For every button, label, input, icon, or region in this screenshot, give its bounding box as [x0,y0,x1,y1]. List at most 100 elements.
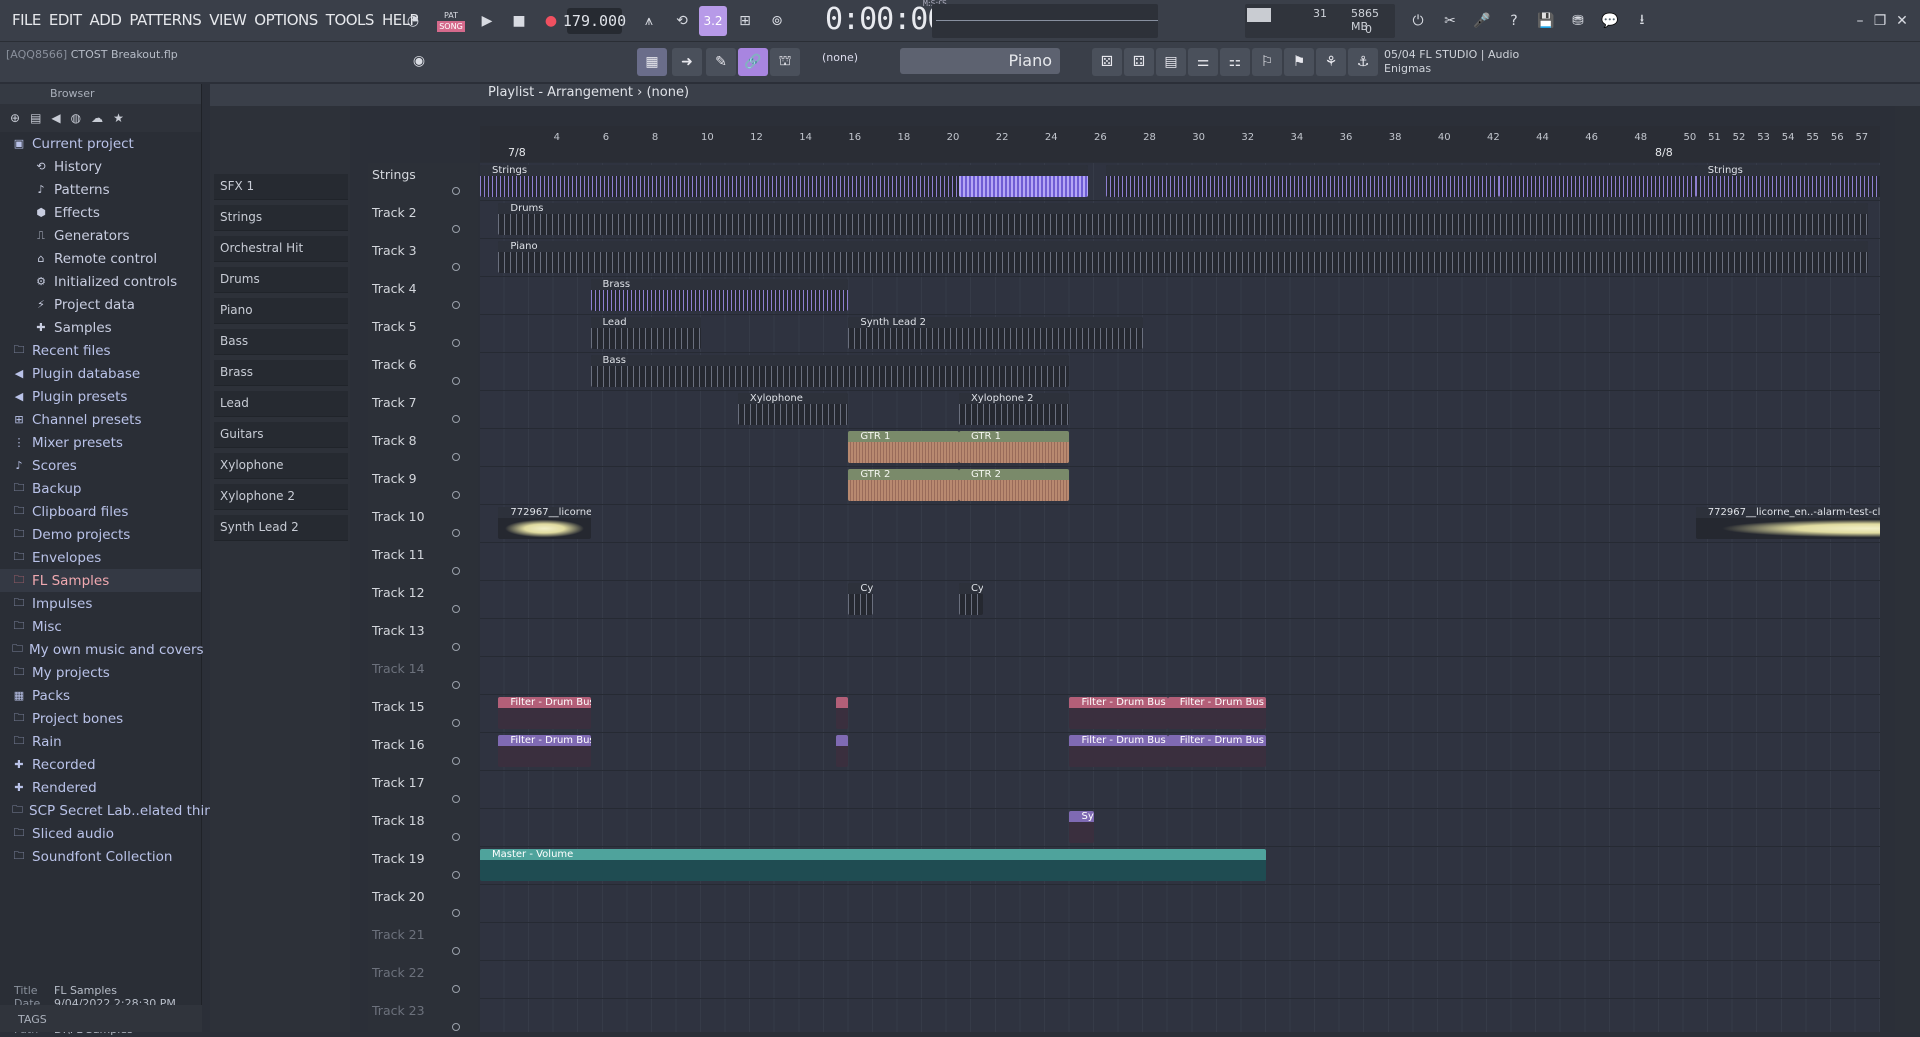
tool-icon-6[interactable]: ⚐ [1252,48,1282,76]
track-name[interactable]: Track 12 [372,581,425,619]
browser-item[interactable]: 🗀 Impulses [0,592,201,615]
vertical-scrollbar[interactable] [1895,106,1920,1032]
mixer-icon[interactable]: ⚌ [1188,48,1218,76]
browser-item[interactable]: ▣ Current project [0,132,201,155]
browser-item[interactable]: 🗀 Misc [0,615,201,638]
track-led-icon[interactable] [452,719,460,727]
tool-icon-8[interactable]: ⚘ [1316,48,1346,76]
play-icon[interactable]: ▶ [476,6,498,36]
track-name[interactable]: Track 3 [372,239,417,277]
tool-icon-1[interactable]: ⚄ [1092,48,1122,76]
track-led-icon[interactable] [452,985,460,993]
playlist-clip[interactable]: Synth Lead 2 [848,317,1144,349]
track-led-icon[interactable] [452,263,460,271]
track-led-icon[interactable] [452,909,460,917]
pat-song-toggle[interactable]: PAT SONG [436,6,466,36]
marker-7-8[interactable]: 7/8 [508,146,526,159]
wait-record-icon[interactable]: ⟲ [668,6,696,36]
arrow-icon[interactable]: ➜ [672,48,702,76]
track-led-icon[interactable] [452,491,460,499]
track-led-icon[interactable] [452,643,460,651]
download-icon[interactable]: ⭳ [1629,6,1655,36]
picker-item[interactable]: Xylophone 2 [214,484,348,510]
track-led-icon[interactable] [452,1023,460,1031]
browser-item[interactable]: 🗀 Soundfont Collection [0,845,201,868]
piano-roll-icon[interactable]: ▦ [637,48,667,76]
restore-icon[interactable]: ❐ [1872,6,1888,36]
blend-notes-icon[interactable]: ⊞ [731,6,759,36]
playlist-clip[interactable] [958,165,1088,197]
playlist-clip[interactable]: Filter - Drum Bus - Cutoff frequency [1167,735,1266,767]
playlist-clip[interactable]: 772967__licorne_en..-alarm-test-close [1695,507,1880,539]
track-name[interactable]: Track 7 [372,391,417,429]
playlist-clip[interactable]: Filter - Drum Bus - Cutoff frequency [498,735,591,767]
playlist-clip[interactable]: 772967__licorne_en..-alarm-test-close [498,507,591,539]
render-icon[interactable]: ⛃ [1565,6,1591,36]
track-led-icon[interactable] [452,871,460,879]
browser-item[interactable]: ♪ Scores [0,454,201,477]
track-led-icon[interactable] [452,795,460,803]
stamp-icon[interactable]: ⛫ [770,48,800,76]
browser-item[interactable]: 🗀 Demo projects [0,523,201,546]
playlist-clip[interactable] [836,735,849,767]
track-name[interactable]: Track 23 [372,999,425,1037]
picker-item[interactable]: Xylophone [214,453,348,479]
playlist-clip[interactable]: Xylophone [737,393,849,425]
track-led-icon[interactable] [452,833,460,841]
track-led-icon[interactable] [452,301,460,309]
reset-icon[interactable]: ⏻ [1405,6,1431,36]
playlist-clip[interactable]: GTR 2 [848,469,959,501]
loop-record-icon[interactable]: ⊚ [763,6,791,36]
track-name[interactable]: Track 6 [372,353,417,391]
playlist-clip[interactable]: Syn..hs [1069,811,1095,843]
track-led-icon[interactable] [452,567,460,575]
browser-item[interactable]: 🗀 Recent files [0,339,201,362]
browser-item[interactable]: ⬢ Effects [0,201,201,224]
marker-8-8[interactable]: 8/8 [1655,146,1673,159]
track-name[interactable]: Track 14 [372,657,425,695]
browser-item[interactable]: ◀ Plugin database [0,362,201,385]
menu-options[interactable]: OPTIONS [250,11,322,29]
mode-knob[interactable]: ◔ [397,6,429,36]
playlist-clip[interactable]: Bass [590,355,1070,387]
menu-tools[interactable]: TOOLS [322,11,378,29]
playlist-clip[interactable]: Cy..10 [958,583,984,615]
tool-icon-5[interactable]: ⚏ [1220,48,1250,76]
browser-speaker-icon[interactable]: ◀ [51,111,60,125]
picker-item[interactable]: Orchestral Hit [214,236,348,262]
browser-item[interactable]: 🗀 Project bones [0,707,201,730]
track-name[interactable]: Track 22 [372,961,425,999]
browser-star-icon[interactable]: ★ [113,111,124,125]
picker-item[interactable]: SFX 1 [214,174,348,200]
browser-item[interactable]: ◀ Plugin presets [0,385,201,408]
tool-icon-2[interactable]: ⚃ [1124,48,1154,76]
picker-item[interactable]: Strings [214,205,348,231]
record-icon[interactable]: ● [540,6,562,36]
browser-item[interactable]: ▦ Packs [0,684,201,707]
metronome-icon[interactable]: ⩚ [635,6,663,36]
playlist-clip[interactable]: GTR 1 [958,431,1070,463]
browser-globe-icon[interactable]: ◍ [71,111,81,125]
track-led-icon[interactable] [452,453,460,461]
track-name[interactable]: Track 8 [372,429,417,467]
browser-cloud-icon[interactable]: ☁ [91,111,103,125]
menu-edit[interactable]: EDIT [45,11,86,29]
help-icon[interactable]: ? [1501,6,1527,36]
browser-item[interactable]: 🗀 My projects [0,661,201,684]
track-led-icon[interactable] [452,415,460,423]
menu-add[interactable]: ADD [86,11,126,29]
track-name[interactable]: Track 10 [372,505,425,543]
time-display[interactable]: 0:00:00M:S:CS [825,0,947,37]
picker-item[interactable]: Lead [214,391,348,417]
playlist-grid[interactable]: StringsStringsDrumsDrumsPianoPianoBrassL… [480,163,1880,1032]
picker-item[interactable]: Synth Lead 2 [214,515,348,541]
track-name[interactable]: Track 4 [372,277,417,315]
track-led-icon[interactable] [452,339,460,347]
browser-item[interactable]: 🗀 SCP Secret Lab..elated things [0,799,228,822]
menu-file[interactable]: FILE [8,11,45,29]
tempo-display[interactable]: 179.000 [563,8,626,34]
playlist-clip[interactable]: Filter - Drum Bus - Resonance [1167,697,1266,729]
tool-icon-7[interactable]: ⚑ [1284,48,1314,76]
playlist-clip[interactable] [1499,165,1696,197]
save-icon[interactable]: 💾 [1533,6,1559,36]
